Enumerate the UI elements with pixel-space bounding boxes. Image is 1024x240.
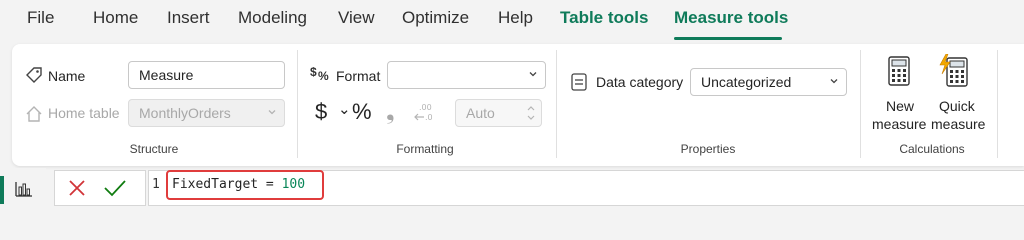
spinner-arrows-icon[interactable]: [527, 104, 535, 122]
decrease-decimal-icon[interactable]: .00 .0: [412, 101, 434, 128]
tab-file[interactable]: File: [27, 8, 54, 28]
currency-dropdown-chevron-icon[interactable]: ⌄: [338, 100, 351, 118]
tag-icon: [24, 65, 44, 90]
name-label: Name: [48, 68, 86, 84]
svg-text:.0: .0: [425, 113, 433, 122]
commit-icon[interactable]: [103, 178, 127, 203]
menu-bar: File Home Insert Modeling View Optimize …: [0, 0, 1024, 44]
format-icon: $ %: [310, 64, 334, 91]
formatting-group-label: Formatting: [396, 142, 454, 156]
group-divider: [997, 50, 998, 158]
data-category-icon: [570, 72, 588, 97]
currency-button[interactable]: $: [315, 99, 327, 125]
name-input[interactable]: Measure: [128, 61, 285, 89]
tab-optimize[interactable]: Optimize: [402, 8, 469, 28]
line-number: 1: [152, 177, 160, 192]
new-measure-line2: measure: [872, 116, 927, 132]
active-tab-indicator: [674, 37, 782, 40]
group-divider: [556, 50, 557, 158]
new-measure-line1: New: [886, 98, 915, 114]
tab-table-tools[interactable]: Table tools: [560, 8, 648, 28]
cancel-icon[interactable]: [67, 178, 87, 203]
structure-group-label: Structure: [129, 142, 179, 156]
chevron-down-icon: [529, 72, 537, 77]
chevron-down-icon: [268, 110, 276, 115]
decimal-places-value: Auto: [466, 105, 495, 121]
quick-measure-line2: measure: [931, 116, 986, 132]
svg-text:%: %: [318, 69, 329, 83]
home-table-label: Home table: [48, 105, 120, 121]
data-category-select[interactable]: Uncategorized: [690, 68, 847, 96]
formula-text[interactable]: FixedTarget = 100: [166, 170, 324, 200]
format-label: Format: [336, 68, 381, 84]
decimal-places-input[interactable]: Auto: [455, 99, 542, 127]
percent-button[interactable]: %: [352, 99, 372, 125]
format-select[interactable]: [387, 61, 546, 89]
data-category-value: Uncategorized: [701, 74, 792, 90]
active-view-indicator: [0, 176, 4, 204]
quick-measure-line1: Quick: [939, 98, 975, 114]
formula-bar-actions: [54, 170, 146, 206]
name-input-value: Measure: [139, 67, 194, 83]
formula-number: 100: [281, 177, 306, 192]
tab-home[interactable]: Home: [93, 8, 138, 28]
calculations-group-label: Calculations: [899, 142, 965, 156]
comma-style-button[interactable]: ❟: [386, 99, 395, 125]
tab-help[interactable]: Help: [498, 8, 533, 28]
quick-measure-button[interactable]: Quick measure: [929, 52, 989, 136]
svg-text:.00: .00: [419, 103, 432, 112]
chevron-down-icon: [830, 79, 838, 84]
tab-view[interactable]: View: [338, 8, 375, 28]
new-measure-button[interactable]: New measure: [870, 52, 928, 136]
home-table-select[interactable]: MonthlyOrders: [128, 99, 285, 127]
home-icon: [24, 104, 44, 129]
calculator-icon: [888, 56, 910, 91]
data-category-label: Data category: [596, 74, 684, 90]
tab-modeling[interactable]: Modeling: [238, 8, 307, 28]
tab-measure-tools[interactable]: Measure tools: [674, 8, 788, 28]
home-table-value: MonthlyOrders: [139, 105, 231, 121]
formula-expression: FixedTarget =: [172, 177, 282, 192]
group-divider: [297, 50, 298, 158]
group-divider: [860, 50, 861, 158]
tab-insert[interactable]: Insert: [167, 8, 210, 28]
ribbon: Name Measure Home table MonthlyOrders St…: [12, 44, 1024, 166]
svg-text:$: $: [310, 65, 317, 79]
report-view-icon[interactable]: [14, 180, 34, 203]
quick-calculator-icon: [938, 53, 970, 93]
properties-group-label: Properties: [680, 142, 736, 156]
